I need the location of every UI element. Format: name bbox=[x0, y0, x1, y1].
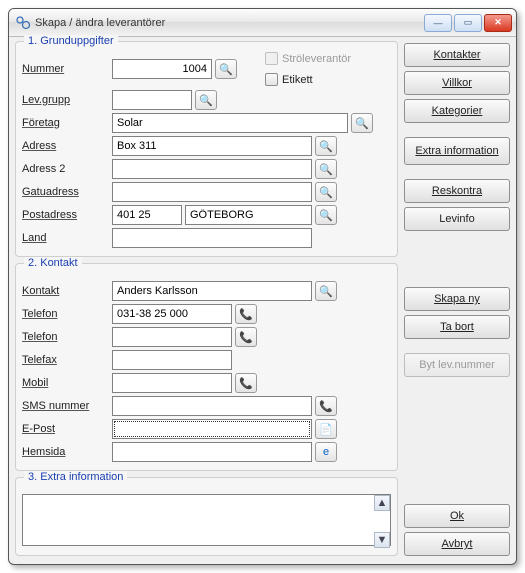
titlebar: Skapa / ändra leverantörer — ▭ ✕ bbox=[9, 9, 516, 37]
sms-input[interactable] bbox=[112, 396, 312, 416]
telefon2-dial-button[interactable]: 📞 bbox=[235, 327, 257, 347]
label-gatuadress: Gatuadress bbox=[22, 186, 112, 198]
postzip-input[interactable] bbox=[112, 205, 182, 225]
magnifier-icon: 🔍 bbox=[219, 63, 233, 76]
land-input[interactable] bbox=[112, 228, 312, 248]
label-epost: E-Post bbox=[22, 423, 112, 435]
label-mobil: Mobil bbox=[22, 377, 112, 389]
sms-send-button[interactable]: 📞 bbox=[315, 396, 337, 416]
extrainfo-textarea[interactable] bbox=[22, 494, 391, 546]
magnifier-icon: 🔍 bbox=[319, 186, 333, 199]
magnifier-icon: 🔍 bbox=[319, 140, 333, 153]
adress-input[interactable] bbox=[112, 136, 312, 156]
adress-lookup-button[interactable]: 🔍 bbox=[315, 136, 337, 156]
label-levgrupp: Lev.grupp bbox=[22, 94, 112, 106]
label-telefax: Telefax bbox=[22, 354, 112, 366]
label-kontakt: Kontakt bbox=[22, 285, 112, 297]
kontakt-input[interactable] bbox=[112, 281, 312, 301]
etikett-label: Etikett bbox=[282, 74, 313, 86]
group2-legend: 2. Kontakt bbox=[24, 257, 82, 269]
app-icon bbox=[15, 15, 31, 31]
phone-icon: 📞 bbox=[319, 400, 333, 413]
globe-icon: e bbox=[323, 446, 329, 458]
mail-icon: 📄 bbox=[319, 423, 333, 436]
chevron-up-icon: ▲ bbox=[377, 497, 388, 509]
scroll-up-button[interactable]: ▲ bbox=[374, 495, 390, 511]
group1-legend: 1. Grunduppgifter bbox=[24, 35, 118, 47]
telefon1-input[interactable] bbox=[112, 304, 232, 324]
tabort-button[interactable]: Ta bort bbox=[404, 315, 510, 339]
stroleverantor-checkbox bbox=[265, 52, 278, 65]
etikett-checkbox[interactable] bbox=[265, 73, 278, 86]
adress2-lookup-button[interactable]: 🔍 bbox=[315, 159, 337, 179]
window-title: Skapa / ändra leverantörer bbox=[35, 17, 424, 29]
nummer-input[interactable] bbox=[112, 59, 212, 79]
mobil-dial-button[interactable]: 📞 bbox=[235, 373, 257, 393]
foretag-lookup-button[interactable]: 🔍 bbox=[351, 113, 373, 133]
stroleverantor-checkbox-row: Ströleverantör bbox=[265, 49, 351, 69]
foretag-input[interactable] bbox=[112, 113, 348, 133]
label-telefon2: Telefon bbox=[22, 331, 112, 343]
hemsida-open-button[interactable]: e bbox=[315, 442, 337, 462]
levgrupp-input[interactable] bbox=[112, 90, 192, 110]
kontakt-lookup-button[interactable]: 🔍 bbox=[315, 281, 337, 301]
telefon2-input[interactable] bbox=[112, 327, 232, 347]
phone-icon: 📞 bbox=[239, 331, 253, 344]
villkor-button[interactable]: Villkor bbox=[404, 71, 510, 95]
magnifier-icon: 🔍 bbox=[199, 94, 213, 107]
telefon1-dial-button[interactable]: 📞 bbox=[235, 304, 257, 324]
label-adress2: Adress 2 bbox=[22, 163, 112, 175]
levgrupp-lookup-button[interactable]: 🔍 bbox=[195, 90, 217, 110]
chevron-down-icon: ▼ bbox=[377, 534, 388, 546]
hemsida-input[interactable] bbox=[112, 442, 312, 462]
scroll-down-button[interactable]: ▼ bbox=[374, 532, 390, 548]
label-postadress: Postadress bbox=[22, 209, 112, 221]
nummer-lookup-button[interactable]: 🔍 bbox=[215, 59, 237, 79]
extrainfo-button[interactable]: Extra information bbox=[404, 137, 510, 165]
label-land: Land bbox=[22, 232, 112, 244]
adress2-input[interactable] bbox=[112, 159, 312, 179]
postcity-input[interactable] bbox=[185, 205, 312, 225]
group-extrainfo: 3. Extra information ▲ ▼ bbox=[15, 477, 398, 556]
avbryt-button[interactable]: Avbryt bbox=[404, 532, 510, 556]
magnifier-icon: 🔍 bbox=[319, 285, 333, 298]
group-grunduppgifter: 1. Grunduppgifter Nummer 🔍 Ströleverantö… bbox=[15, 41, 398, 257]
label-telefon1: Telefon bbox=[22, 308, 112, 320]
magnifier-icon: 🔍 bbox=[319, 163, 333, 176]
group-kontakt: 2. Kontakt Kontakt 🔍 Telefon 📞 Telefon 📞 bbox=[15, 263, 398, 471]
label-foretag: Företag bbox=[22, 117, 112, 129]
label-sms: SMS nummer bbox=[22, 400, 112, 412]
gatuadress-input[interactable] bbox=[112, 182, 312, 202]
reskontra-button[interactable]: Reskontra bbox=[404, 179, 510, 203]
epost-input[interactable] bbox=[112, 419, 312, 439]
magnifier-icon: 🔍 bbox=[319, 209, 333, 222]
ok-button[interactable]: Ok bbox=[404, 504, 510, 528]
mobil-input[interactable] bbox=[112, 373, 232, 393]
phone-icon: 📞 bbox=[239, 377, 253, 390]
minimize-button[interactable]: — bbox=[424, 14, 452, 32]
levinfo-button[interactable]: Levinfo bbox=[404, 207, 510, 231]
label-nummer: Nummer bbox=[22, 63, 112, 75]
gatuadress-lookup-button[interactable]: 🔍 bbox=[315, 182, 337, 202]
label-adress: Adress bbox=[22, 140, 112, 152]
bytlevnummer-button: Byt lev.nummer bbox=[404, 353, 510, 377]
telefax-input[interactable] bbox=[112, 350, 232, 370]
group3-legend: 3. Extra information bbox=[24, 471, 127, 483]
magnifier-icon: 🔍 bbox=[355, 117, 369, 130]
etikett-checkbox-row[interactable]: Etikett bbox=[265, 70, 351, 90]
maximize-button[interactable]: ▭ bbox=[454, 14, 482, 32]
epost-send-button[interactable]: 📄 bbox=[315, 419, 337, 439]
dialog-window: Skapa / ändra leverantörer — ▭ ✕ 1. Grun… bbox=[8, 8, 517, 565]
phone-icon: 📞 bbox=[239, 308, 253, 321]
label-hemsida: Hemsida bbox=[22, 446, 112, 458]
kategorier-button[interactable]: Kategorier bbox=[404, 99, 510, 123]
close-button[interactable]: ✕ bbox=[484, 14, 512, 32]
skapany-button[interactable]: Skapa ny bbox=[404, 287, 510, 311]
kontakter-button[interactable]: Kontakter bbox=[404, 43, 510, 67]
post-lookup-button[interactable]: 🔍 bbox=[315, 205, 337, 225]
stroleverantor-label: Ströleverantör bbox=[282, 53, 351, 65]
